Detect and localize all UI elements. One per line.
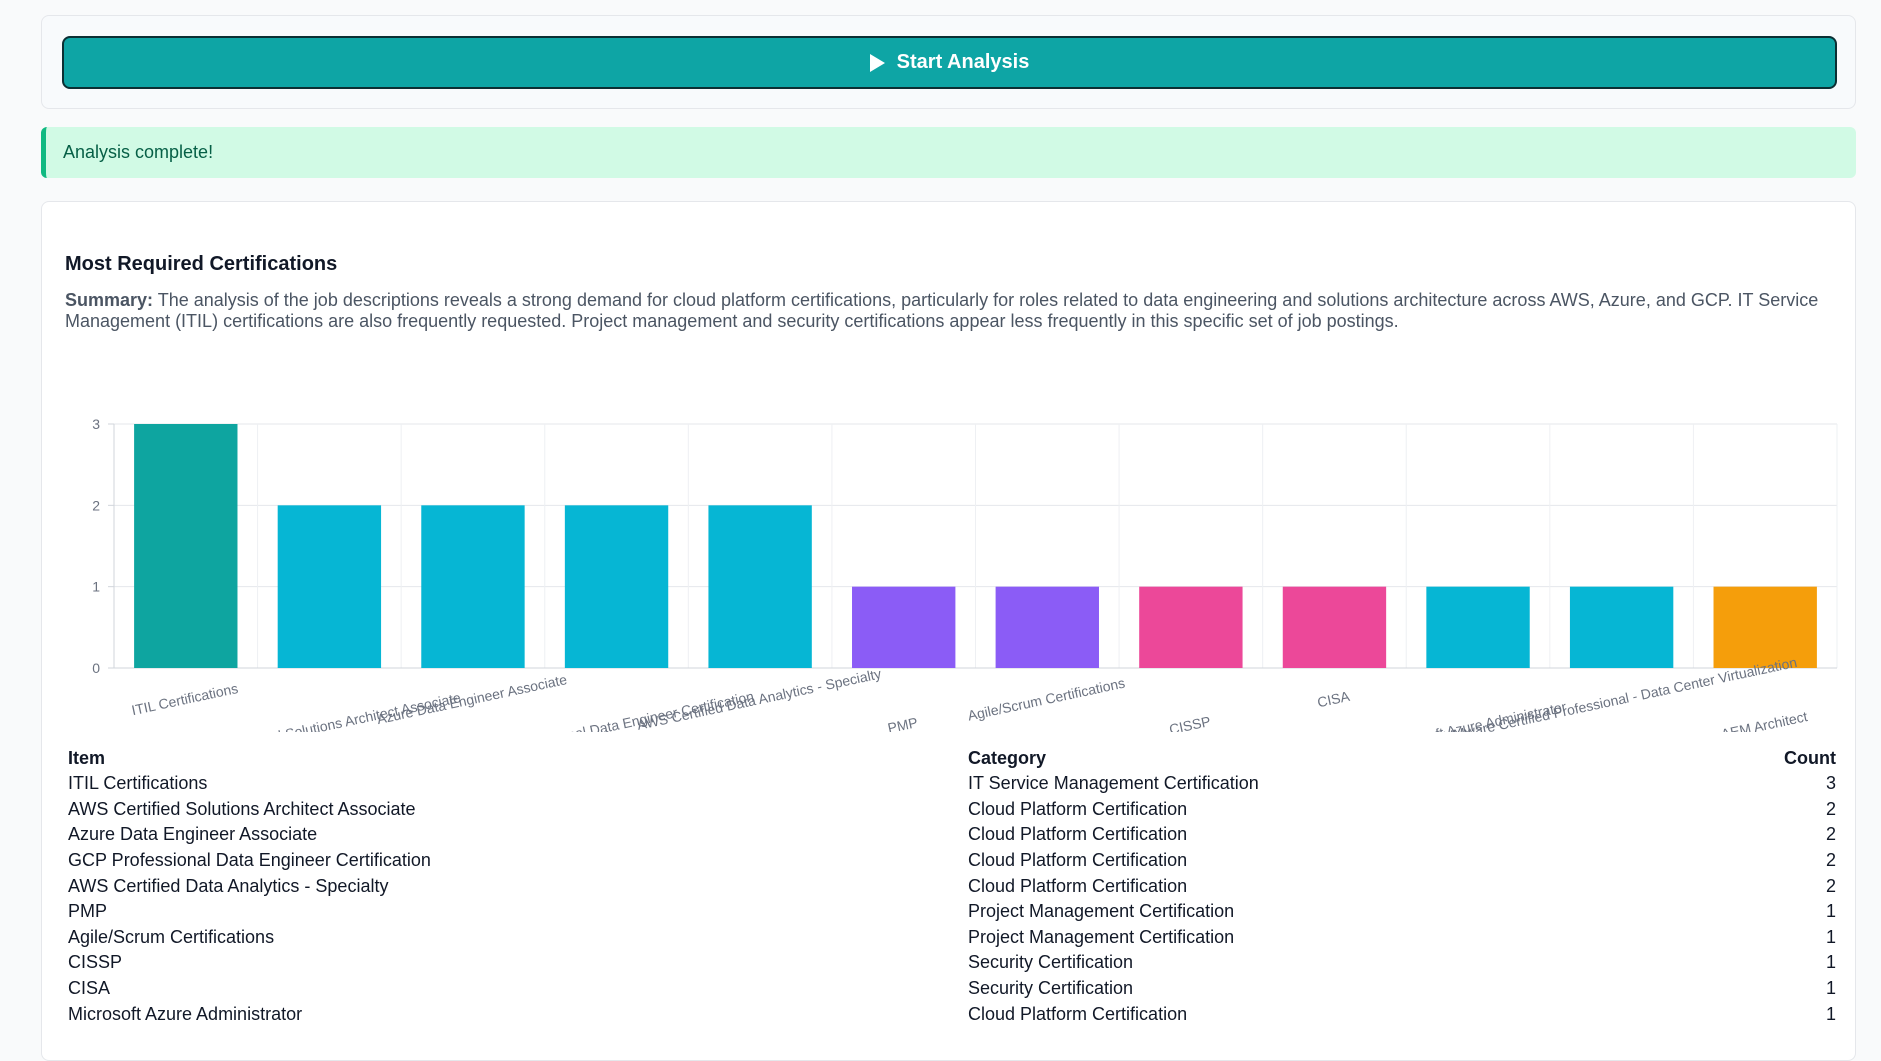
cell-count: 1	[1825, 901, 1836, 922]
bar	[1713, 586, 1817, 668]
cell-count: 2	[1825, 824, 1836, 845]
table-row: Agile/Scrum Certifications Project Manag…	[68, 925, 1836, 951]
y-tick-label: 0	[92, 660, 100, 676]
cell-category: Cloud Platform Certification	[968, 875, 1188, 896]
table-row: PMP Project Management Certification 1	[68, 899, 1836, 925]
x-tick-label: Agile/Scrum Certifications	[966, 675, 1126, 724]
y-tick-label: 2	[92, 497, 100, 513]
cell-category: Cloud Platform Certification	[968, 798, 1188, 819]
cell-category: Cloud Platform Certification	[968, 824, 1188, 845]
cell-count: 1	[1825, 926, 1836, 947]
x-tick-label: AWS Certified Data Analytics - Specialty	[636, 665, 883, 732]
table-row: AWS Certified Solutions Architect Associ…	[68, 797, 1836, 823]
cell-item: Azure Data Engineer Associate	[68, 824, 318, 845]
play-icon	[869, 53, 885, 72]
cell-count: 2	[1825, 850, 1836, 871]
header-item: Item	[68, 747, 106, 768]
bar	[134, 424, 238, 668]
table-header-row: Item Category Count	[68, 745, 1836, 771]
table-row: CISA Security Certification 1	[68, 976, 1836, 1002]
status-alert: Analysis complete!	[41, 127, 1856, 178]
cell-item: ITIL Certifications	[68, 773, 208, 794]
cell-item: CISSP	[68, 952, 123, 973]
bar	[564, 505, 669, 668]
cell-category: IT Service Management Certification	[968, 773, 1259, 794]
table-row: Microsoft Azure Administrator Cloud Plat…	[68, 1001, 1836, 1027]
cell-count: 2	[1825, 798, 1836, 819]
bar	[708, 505, 812, 668]
analysis-controls-panel: Start Analysis	[41, 15, 1856, 109]
y-tick-label: 3	[92, 416, 100, 432]
certifications-table: Item Category Count ITIL Certifications …	[68, 745, 1836, 1027]
cell-item: Microsoft Azure Administrator	[68, 1003, 303, 1024]
bar	[995, 586, 1099, 668]
cell-count: 1	[1825, 1003, 1836, 1024]
cell-category: Cloud Platform Certification	[968, 850, 1188, 871]
x-tick-label: Azure Data Engineer Associate	[375, 671, 568, 727]
results-card: Most Required Certifications Summary: Th…	[41, 201, 1856, 1061]
table-row: CISSP Security Certification 1	[68, 950, 1836, 976]
bar	[1426, 586, 1530, 668]
x-tick-label: CISA	[1316, 688, 1352, 711]
bar	[277, 505, 382, 668]
start-analysis-button[interactable]: Start Analysis	[62, 36, 1837, 89]
x-tick-label: ITIL Certifications	[130, 680, 239, 718]
cell-category: Security Certification	[968, 952, 1134, 973]
cell-count: 1	[1825, 952, 1836, 973]
cell-item: AWS Certified Data Analytics - Specialty	[68, 875, 389, 896]
cell-category: Cloud Platform Certification	[968, 1003, 1188, 1024]
table-row: Azure Data Engineer Associate Cloud Plat…	[68, 822, 1836, 848]
header-count: Count	[1784, 747, 1836, 768]
bar	[1282, 586, 1387, 668]
cell-item: CISA	[68, 978, 111, 999]
y-tick-label: 1	[92, 579, 100, 595]
x-tick-label: AEM Architect	[1720, 708, 1809, 732]
cell-category: Project Management Certification	[968, 901, 1235, 922]
start-analysis-label: Start Analysis	[896, 51, 1030, 73]
cell-count: 1	[1825, 978, 1836, 999]
cell-item: Agile/Scrum Certifications	[68, 926, 275, 947]
header-category: Category	[968, 747, 1047, 768]
summary-body: The analysis of the job descriptions rev…	[65, 290, 1819, 331]
cell-count: 2	[1825, 875, 1836, 896]
bar	[421, 505, 525, 668]
cell-category: Project Management Certification	[968, 926, 1235, 947]
cell-item: GCP Professional Data Engineer Certifica…	[68, 850, 431, 871]
cell-count: 3	[1825, 773, 1836, 794]
bar	[1139, 586, 1243, 668]
cell-item: PMP	[68, 901, 108, 922]
table-row: ITIL Certifications IT Service Managemen…	[68, 771, 1836, 797]
status-message: Analysis complete!	[63, 142, 214, 162]
table-row: AWS Certified Data Analytics - Specialty…	[68, 873, 1836, 899]
x-tick-label: CISSP	[1168, 713, 1212, 732]
cell-item: AWS Certified Solutions Architect Associ…	[68, 798, 416, 819]
certifications-bar-chart: 0123ITIL CertificationsAWS Certified Sol…	[92, 416, 1838, 732]
results-title: Most Required Certifications	[65, 253, 338, 275]
bar	[1569, 586, 1674, 668]
cell-category: Security Certification	[968, 978, 1134, 999]
table-row: GCP Professional Data Engineer Certifica…	[68, 848, 1836, 874]
summary-label: Summary:	[65, 290, 154, 310]
bar	[852, 586, 956, 668]
summary-text: Summary: The analysis of the job descrip…	[65, 290, 1845, 332]
x-tick-label: PMP	[886, 714, 919, 732]
